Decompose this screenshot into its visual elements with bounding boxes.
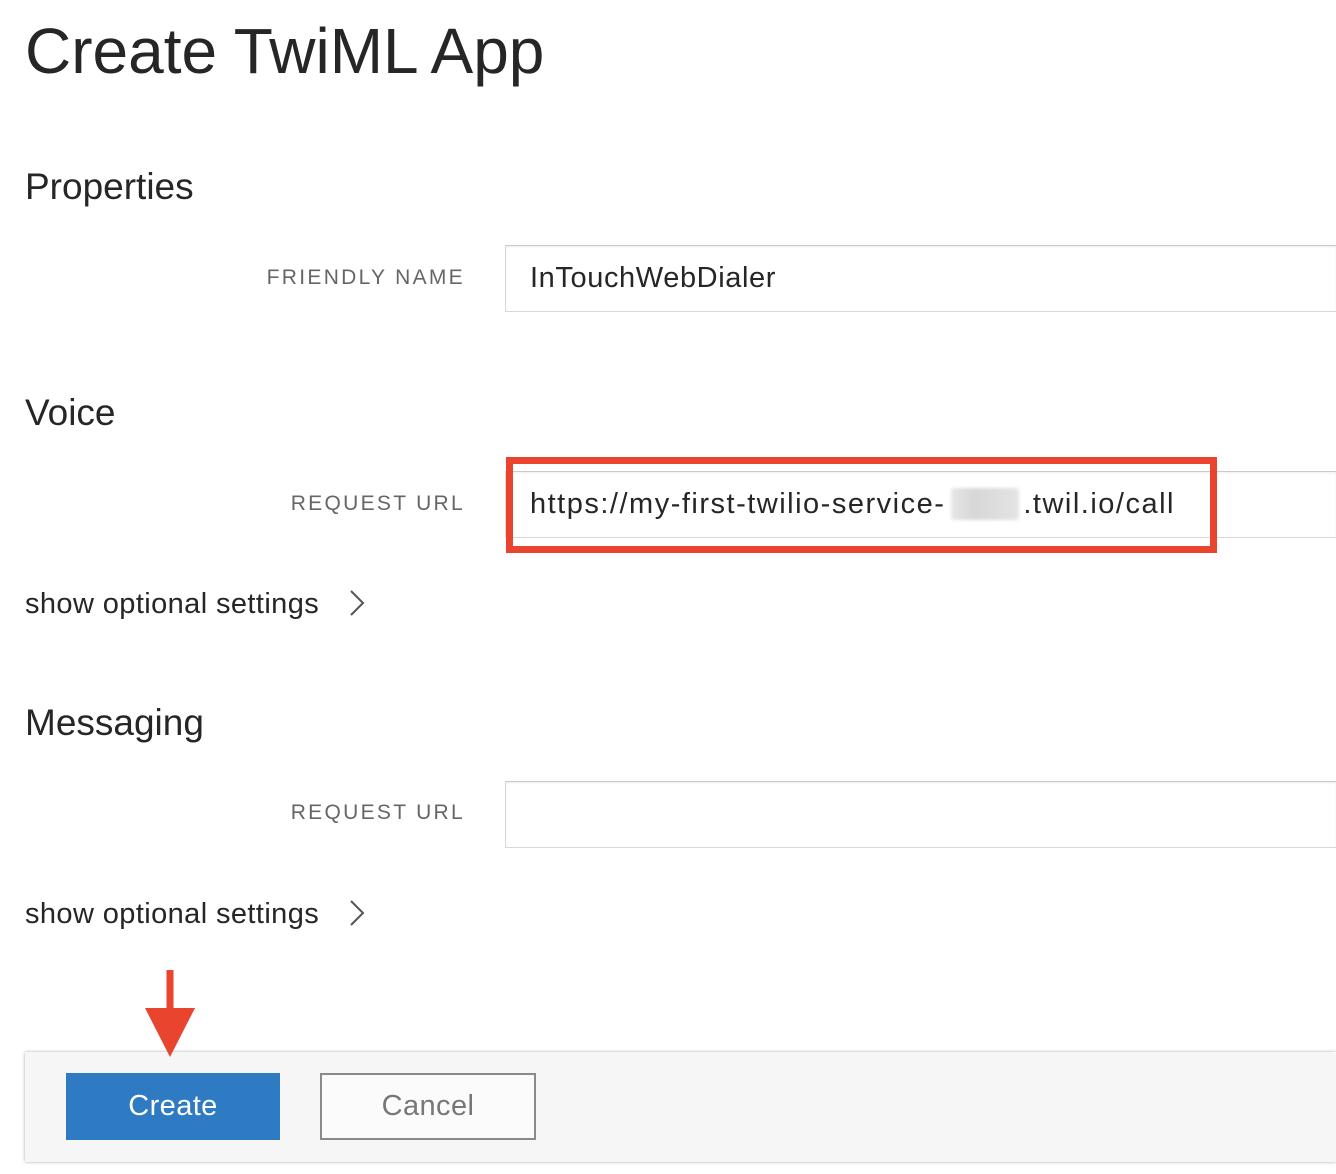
properties-heading: Properties [25,166,194,207]
down-arrow-icon [145,970,195,1057]
arrow-head [145,1008,195,1057]
friendly-name-input[interactable]: InTouchWebDialer [505,245,1336,312]
create-button[interactable]: Create [66,1073,280,1140]
form-actions-bar: Create Cancel [25,1052,1336,1162]
chevron-right-icon[interactable] [348,589,368,617]
show-optional-settings-label[interactable]: show optional settings [25,897,319,931]
messaging-show-optional-settings-link[interactable]: show optional settings [25,897,370,931]
friendly-name-label: FRIENDLY NAME [266,266,465,289]
chevron-stroke [350,590,365,616]
chevron-stroke [350,900,365,926]
friendly-name-value[interactable]: InTouchWebDialer [506,246,1336,311]
voice-request-url-label: REQUEST URL [290,492,465,515]
messaging-heading: Messaging [25,702,204,743]
messaging-request-url-label: REQUEST URL [290,801,465,824]
voice-heading: Voice [25,392,116,433]
cancel-button[interactable]: Cancel [320,1073,536,1140]
messaging-request-url-input[interactable] [505,781,1336,848]
show-optional-settings-label[interactable]: show optional settings [25,587,319,621]
voice-show-optional-settings-link[interactable]: show optional settings [25,587,370,621]
chevron-right-icon[interactable] [348,899,368,927]
page-title: Create TwiML App [25,15,545,87]
arrow-shaft [166,970,174,1014]
annotation-highlight-box [506,457,1217,553]
